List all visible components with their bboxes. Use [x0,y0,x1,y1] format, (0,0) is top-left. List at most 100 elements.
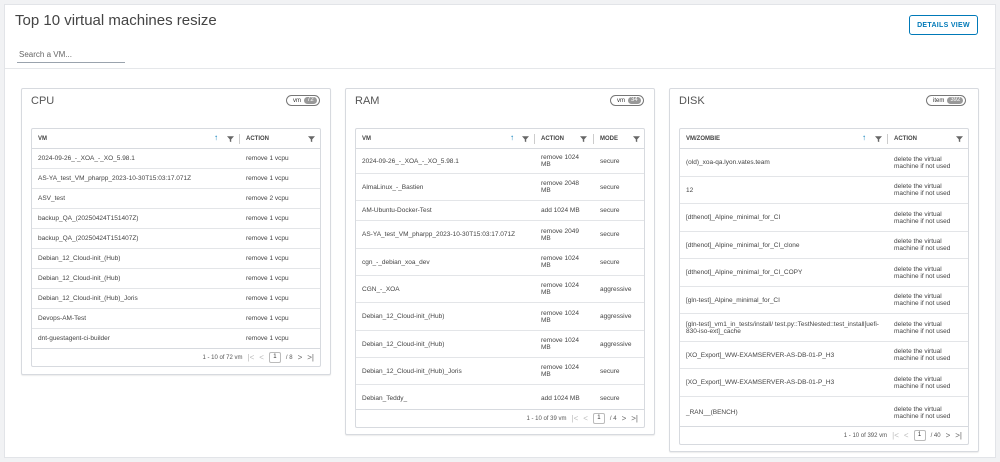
table-row: CGN_-_XOA remove 1024 MB aggressive [356,276,644,303]
column-header-vm[interactable]: VM [356,129,534,149]
vm-cell: Devops-AM-Test [38,315,87,322]
action-cell: remove 1 vcpu [246,155,289,162]
action-cell: delete the virtual machine if not used [894,293,951,307]
next-page-icon[interactable]: > [946,431,951,440]
table-row: [dthenot]_Alpine_minimal_for_CI_clone del… [680,232,968,259]
action-cell: remove 1 vcpu [246,275,289,282]
vm-cell: dnt-guestagent-ci-builder [38,335,110,342]
vm-cell: 12 [686,186,694,194]
vm-cell: AS-YA_test_VM_pharpp_2023-10-30T15:03:17… [362,231,516,238]
action-cell: add 1024 MB [541,394,580,402]
badge-label: vm [293,97,301,104]
table-row: 2024-09-26_-_XOA_-_XO_5.98.1 remove 1024 … [356,149,644,174]
table-row: _RAN__(BENCH) delete the virtual machine … [680,397,968,428]
filter-icon[interactable] [308,135,315,143]
table-row: Debian_12_Cloud-init_(Hub) remove 1024 MB… [356,331,644,358]
action-cell: delete the virtual machine if not used [894,155,951,170]
mode-cell: aggressive [600,313,632,320]
column-header-vm-zombie[interactable]: VM/ZOMBIE [680,129,887,149]
vm-cell: Debian_12_Cloud-init_(Hub)_Joris [362,367,462,375]
action-cell: delete the virtual machine if not used [894,183,951,197]
vm-cell: backup_QA_(20250424T151407Z) [38,215,139,222]
previous-page-icon[interactable]: < [583,414,588,423]
last-page-icon[interactable]: >| [307,353,314,362]
mode-cell: secure [600,157,620,165]
filter-icon[interactable] [956,135,963,143]
mode-cell: secure [600,367,620,375]
total-pages: / 40 [930,432,941,439]
last-page-icon[interactable]: >| [631,414,638,423]
table-row: [dthenot]_Alpine_minimal_for_CI delete th… [680,204,968,232]
table-row: 12 delete the virtual machine if not used [680,177,968,204]
first-page-icon[interactable]: |< [571,414,578,423]
action-cell: remove 1024 MB [541,255,579,269]
table-row: AM-Ubuntu-Docker-Test add 1024 MB secure [356,201,644,221]
total-pages: / 4 [609,415,617,422]
action-cell: delete the virtual machine if not used [894,320,951,335]
action-cell: remove 1 vcpu [246,315,289,322]
badge-count: 34 [628,97,641,104]
vm-cell: backup_QA_(20250424T151407Z) [38,235,139,242]
vm-cell: [dthenot]_Alpine_minimal_for_CI_COPY [686,269,803,276]
vm-cell: Debian_12_Cloud-init_(Hub) [38,255,121,262]
filter-icon[interactable] [227,135,234,143]
page-header: Top 10 virtual machines resize DETAILS V… [5,5,995,69]
vm-cell: Debian_12_Cloud-init_(Hub)_Joris [38,295,138,302]
action-cell: remove 2048 MB [541,180,579,194]
disk-card: DISK item 392 VM/ZOMBIE ↑ ACTION (old)_x… [669,88,979,452]
action-cell: remove 2049 MB [541,227,579,242]
table-row: 2024-09-26_-_XOA_-_XO_5.98.1 remove 1 vcp… [32,149,320,169]
previous-page-icon[interactable]: < [259,353,264,362]
vm-cell: Debian_12_Cloud-init_(Hub) [362,313,445,320]
current-page-input[interactable]: 1 [592,413,605,424]
column-header-vm[interactable]: VM [32,129,239,149]
filter-icon[interactable] [875,135,882,143]
previous-page-icon[interactable]: < [904,431,909,440]
sort-ascending-icon[interactable]: ↑ [862,133,866,143]
first-page-icon[interactable]: |< [247,353,254,362]
sort-ascending-icon[interactable]: ↑ [510,133,514,143]
table-row: [XO_Export]_WW-EXAMSERVER-AS-DB-01-P_H3 d… [680,369,968,397]
cpu-grid-header: VM ↑ ACTION [32,129,320,149]
table-row: Debian_12_Cloud-init_(Hub)_Joris remove 1… [32,289,320,309]
filter-icon[interactable] [633,135,640,143]
badge-label: item [933,97,945,104]
vm-cell: ASV_test [38,195,66,202]
first-page-icon[interactable]: |< [892,431,899,440]
ram-grid-footer: 1 - 10 of 39 vm |< < 1 / 4 > >| [356,409,644,427]
table-row: AS-YA_test_VM_pharpp_2023-10-30T15:03:17… [32,169,320,189]
vm-cell: [XO_Export]_WW-EXAMSERVER-AS-DB-01-P_H3 [686,379,835,386]
search-input[interactable] [17,47,125,63]
ram-title: RAM [355,95,380,107]
mode-cell: aggressive [600,340,632,348]
action-cell: remove 1024 MB [541,282,579,296]
vm-cell: AlmaLinux_-_Bastien [362,183,424,191]
details-view-button[interactable]: DETAILS VIEW [909,15,978,35]
action-cell: remove 1 vcpu [246,175,289,182]
filter-icon[interactable] [522,135,529,143]
last-page-icon[interactable]: >| [955,431,962,440]
vm-cell: (old)_xoa-qa.lyon.vates.team [686,159,770,166]
badge-count: 72 [304,97,317,104]
current-page-input[interactable]: 1 [913,430,926,441]
table-row: AS-YA_test_VM_pharpp_2023-10-30T15:03:17… [356,221,644,249]
cpu-grid-footer: 1 - 10 of 72 vm |< < 1 / 8 > >| [32,348,320,366]
vm-cell: [gln-test]_vm1_in_tests/install/ test.py… [686,320,879,335]
next-page-icon[interactable]: > [622,414,627,423]
sort-ascending-icon[interactable]: ↑ [214,133,218,143]
action-cell: remove 1024 MB [541,309,579,324]
cpu-vm-count-badge: vm 72 [286,95,320,106]
action-cell: remove 1 vcpu [246,335,289,342]
disk-datagrid: VM/ZOMBIE ↑ ACTION (old)_xoa-qa.lyon.vat… [679,128,969,445]
vm-cell: cgn_-_debian_xoa_dev [362,258,430,266]
next-page-icon[interactable]: > [298,353,303,362]
current-page-input[interactable]: 1 [268,352,281,363]
filter-icon[interactable] [580,135,587,143]
total-pages: / 8 [285,354,293,361]
mode-cell: secure [600,231,620,238]
vm-cell: [XO_Export]_WW-EXAMSERVER-AS-DB-01-P_H3 [686,351,835,359]
disk-title: DISK [679,95,705,107]
pagination-range: 1 - 10 of 392 vm [843,432,888,439]
mode-cell: secure [600,183,620,191]
table-row: dnt-guestagent-ci-builder remove 1 vcpu [32,329,320,349]
